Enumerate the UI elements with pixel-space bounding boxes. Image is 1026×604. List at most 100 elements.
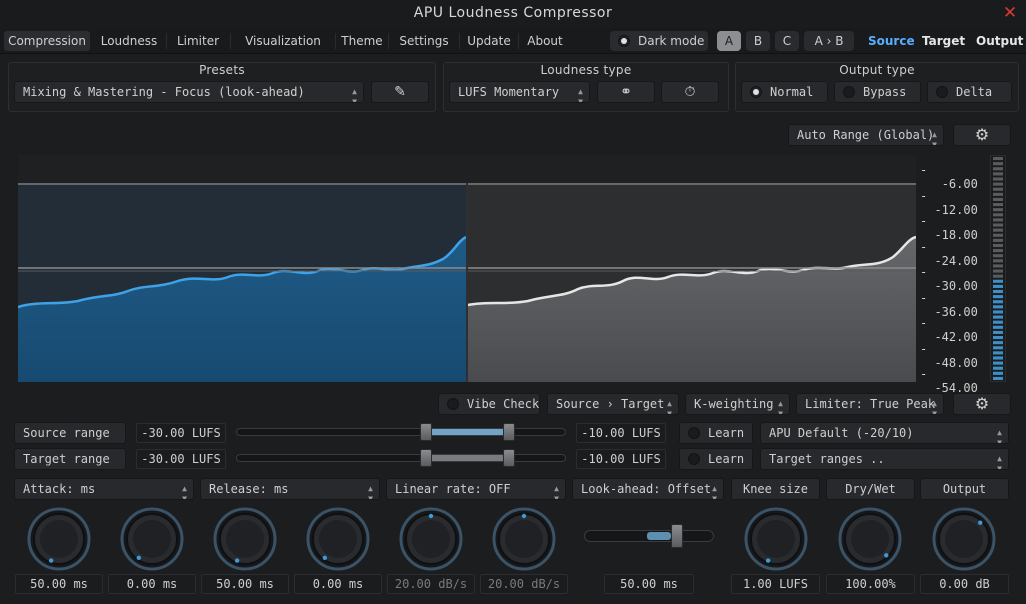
gear-icon[interactable]: ⚙ xyxy=(953,393,1011,415)
attack-source-value[interactable]: 50.00 ms xyxy=(15,574,103,594)
dropdown-arrows-icon: ▲ ▼ xyxy=(368,484,373,500)
target-range-preset-dropdown[interactable]: Target ranges .. ▲ ▼ xyxy=(760,448,1009,470)
source-range-high-value[interactable]: -10.00 LUFS xyxy=(576,423,666,443)
tab-theme[interactable]: Theme xyxy=(340,31,384,51)
loudness-type-dropdown[interactable]: LUFS Momentary ▲ ▼ xyxy=(449,81,590,103)
linear-rate-target-knob[interactable] xyxy=(492,507,556,571)
output-delta-option[interactable]: Delta xyxy=(927,81,1012,103)
output-normal-option[interactable]: Normal xyxy=(741,81,828,103)
vibe-check-toggle[interactable]: Vibe Check xyxy=(438,393,540,415)
source-range-high-handle[interactable] xyxy=(503,423,516,441)
attack-target-value[interactable]: 50.00 ms xyxy=(201,574,289,594)
look-ahead-handle[interactable] xyxy=(671,524,684,548)
linear-rate-source-value[interactable]: 20.00 dB/s xyxy=(387,574,475,594)
ab-slot-c[interactable]: C xyxy=(775,31,799,51)
release-dropdown[interactable]: Release: ms ▲ ▼ xyxy=(200,478,380,500)
app-title: APU Loudness Compressor xyxy=(413,5,613,21)
release-source-knob[interactable] xyxy=(120,507,184,571)
dry-wet-value[interactable]: 100.00% xyxy=(826,574,915,594)
knob-cap xyxy=(40,520,78,558)
source-range-label: Source range xyxy=(14,422,126,444)
tab-limiter[interactable]: Limiter xyxy=(170,31,226,51)
output-bypass-option[interactable]: Bypass xyxy=(834,81,921,103)
dark-mode-label: Dark mode xyxy=(638,34,705,48)
linear-rate-target-value[interactable]: 20.00 dB/s xyxy=(480,574,568,594)
look-ahead-value[interactable]: 50.00 ms xyxy=(604,574,694,594)
weighting-dropdown[interactable]: K-weighting ▲ ▼ xyxy=(685,393,790,415)
dry-wet-knob[interactable] xyxy=(838,507,902,571)
ab-slot-b[interactable]: B xyxy=(746,31,770,51)
attack-target-knob[interactable] xyxy=(213,507,277,571)
source-range-slider[interactable] xyxy=(236,428,566,436)
meter-segment xyxy=(993,228,1003,232)
meter-segment xyxy=(993,371,1003,375)
stopwatch-icon[interactable]: ⏱ xyxy=(661,81,719,103)
scale-tick: - -36.00 xyxy=(920,291,978,319)
tab-compression[interactable]: Compression xyxy=(4,31,90,51)
tab-visualization[interactable]: Visualization xyxy=(235,31,331,51)
knee-size-knob[interactable] xyxy=(744,507,808,571)
linear-rate-dropdown[interactable]: Linear rate: OFF ▲ ▼ xyxy=(386,478,566,500)
route-dropdown[interactable]: Source › Target ▲ ▼ xyxy=(547,393,679,415)
target-range-high-value[interactable]: -10.00 LUFS xyxy=(576,449,666,469)
dropdown-arrows-icon: ▲ ▼ xyxy=(667,399,672,415)
meter-segment xyxy=(993,310,1003,314)
pencil-icon[interactable]: ✎ xyxy=(371,81,429,103)
loudness-type-label: Loudness type xyxy=(540,63,632,77)
ab-slot-a[interactable]: A xyxy=(717,31,741,51)
tab-settings[interactable]: Settings xyxy=(393,31,455,51)
source-learn-toggle[interactable]: Learn xyxy=(679,422,753,444)
target-range-low-value[interactable]: -30.00 LUFS xyxy=(136,449,226,469)
loudness-graph xyxy=(17,155,917,382)
target-learn-led[interactable] xyxy=(688,452,700,465)
meter-segment xyxy=(993,320,1003,324)
loudness-graph-svg xyxy=(17,155,917,382)
attack-dropdown[interactable]: Attack: ms ▲ ▼ xyxy=(14,478,194,500)
meter-segment xyxy=(993,218,1003,222)
look-ahead-fill xyxy=(647,532,672,540)
gear-icon[interactable]: ⚙ xyxy=(953,124,1011,146)
source-range-low-value[interactable]: -30.00 LUFS xyxy=(136,423,226,443)
look-ahead-dropdown[interactable]: Look-ahead: Offset ▲ ▼ xyxy=(572,478,724,500)
radio-delta[interactable] xyxy=(936,85,948,98)
tab-about[interactable]: About xyxy=(523,31,567,51)
tab-loudness[interactable]: Loudness xyxy=(96,31,162,51)
route-source[interactable]: Source xyxy=(868,31,915,51)
dark-mode-toggle[interactable]: Dark mode xyxy=(610,31,708,51)
knee-size-value[interactable]: 1.00 LUFS xyxy=(731,574,820,594)
dark-mode-checkbox[interactable] xyxy=(618,34,630,47)
limiter-value: Limiter: True Peak xyxy=(805,397,936,411)
presets-dropdown[interactable]: Mixing & Mastering - Focus (look-ahead) … xyxy=(14,81,364,103)
target-range-low-handle[interactable] xyxy=(420,449,433,467)
radio-normal[interactable] xyxy=(750,85,762,98)
output-gain-value[interactable]: 0.00 dB xyxy=(920,574,1009,594)
dropdown-arrows-icon: ▲ ▼ xyxy=(554,484,559,500)
meter-segment xyxy=(993,269,1003,273)
output-gain-knob[interactable] xyxy=(932,507,996,571)
radio-bypass[interactable] xyxy=(843,85,855,98)
ab-copy-button[interactable]: A › B xyxy=(804,31,854,51)
attack-source-knob[interactable] xyxy=(27,507,91,571)
close-icon[interactable]: ✕ xyxy=(1000,3,1020,23)
route-target[interactable]: Target xyxy=(922,31,965,51)
linear-rate-source-knob[interactable] xyxy=(399,507,463,571)
source-range-low-handle[interactable] xyxy=(420,423,433,441)
tab-divider xyxy=(166,33,167,49)
release-target-knob[interactable] xyxy=(306,507,370,571)
route-output[interactable]: Output xyxy=(976,31,1023,51)
knob-indicator xyxy=(428,513,434,519)
target-learn-toggle[interactable]: Learn xyxy=(679,448,753,470)
target-range-slider[interactable] xyxy=(236,454,566,462)
source-range-preset-dropdown[interactable]: APU Default (-20/10) ▲ ▼ xyxy=(760,422,1009,444)
limiter-dropdown[interactable]: Limiter: True Peak ▲ ▼ xyxy=(796,393,944,415)
release-source-value[interactable]: 0.00 ms xyxy=(108,574,196,594)
link-icon[interactable]: ⚭ xyxy=(597,81,655,103)
release-target-value[interactable]: 0.00 ms xyxy=(294,574,382,594)
auto-range-dropdown[interactable]: Auto Range (Global) ▲ ▼ xyxy=(788,124,944,146)
knob-cap xyxy=(226,520,264,558)
attack-label: Attack: ms xyxy=(23,482,96,496)
source-learn-led[interactable] xyxy=(688,426,700,439)
tab-update[interactable]: Update xyxy=(464,31,514,51)
vibe-check-led[interactable] xyxy=(447,397,459,410)
target-range-high-handle[interactable] xyxy=(503,449,516,467)
